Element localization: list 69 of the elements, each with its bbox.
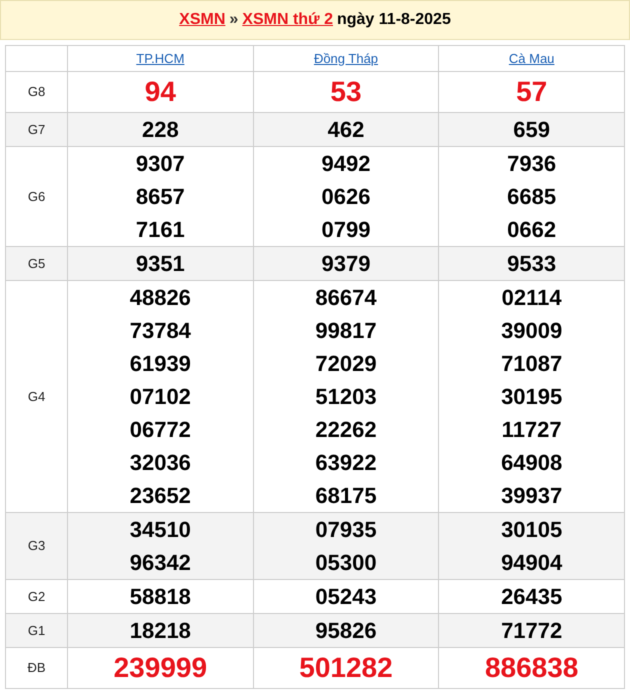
province-link[interactable]: TP.HCM xyxy=(136,50,184,66)
prize-number: 63922 xyxy=(314,449,378,477)
prize-number: 94904 xyxy=(500,549,564,577)
prize-number: 57 xyxy=(515,75,548,109)
prize-number: 501282 xyxy=(298,651,394,685)
prize-number: 32036 xyxy=(128,449,192,477)
prize-number: 07102 xyxy=(128,383,192,411)
breadcrumb-link[interactable]: XSMN thứ 2 xyxy=(242,8,333,32)
prize-number: 05243 xyxy=(314,583,378,611)
prize-number: 07935 xyxy=(314,516,378,544)
prize-number: 51203 xyxy=(314,383,378,411)
prize-number: 34510 xyxy=(128,516,192,544)
prize-label: ĐB xyxy=(27,660,46,675)
prize-number: 86674 xyxy=(314,284,378,312)
prize-number: 99817 xyxy=(314,317,378,345)
prize-number: 73784 xyxy=(128,317,192,345)
prize-number: 06772 xyxy=(128,416,192,444)
prize-number: 05300 xyxy=(314,549,378,577)
prize-label: G7 xyxy=(28,122,46,136)
prize-number: 71087 xyxy=(500,350,564,378)
prize-label: G4 xyxy=(28,388,46,404)
prize-number: 7936 xyxy=(506,150,558,178)
prize-label: G8 xyxy=(28,84,46,99)
prize-number: 02114 xyxy=(500,284,563,312)
prize-number: 462 xyxy=(326,116,366,144)
prize-number: 228 xyxy=(140,116,180,144)
prize-number: 0662 xyxy=(506,216,558,244)
prize-number: 61939 xyxy=(128,350,192,378)
prize-number: 39009 xyxy=(500,317,564,345)
prize-number: 0626 xyxy=(320,183,372,211)
prize-number: 11727 xyxy=(500,416,563,444)
prize-number: 18218 xyxy=(128,617,192,645)
prize-number: 22262 xyxy=(314,416,378,444)
prize-number: 23652 xyxy=(128,482,192,510)
prize-number: 95826 xyxy=(314,617,378,645)
prize-number: 94 xyxy=(144,75,177,109)
prize-number: 96342 xyxy=(128,549,192,577)
prize-number: 0799 xyxy=(320,216,372,244)
prize-number: 9533 xyxy=(506,250,558,278)
prize-label: G1 xyxy=(28,622,46,638)
prize-number: 659 xyxy=(512,116,552,144)
prize-number: 53 xyxy=(329,75,363,109)
province-link[interactable]: Cà Mau xyxy=(508,50,554,66)
date-text: ngày 11-8-2025 xyxy=(336,10,451,30)
prize-number: 8657 xyxy=(134,183,186,211)
breadcrumb-link[interactable]: XSMN xyxy=(179,8,226,32)
prize-number: 68175 xyxy=(314,482,378,510)
prize-number: 6685 xyxy=(506,183,558,211)
prize-number: 886838 xyxy=(484,651,580,685)
prize-number: 71772 xyxy=(500,617,564,645)
prize-number: 48826 xyxy=(128,284,192,312)
prize-number: 26435 xyxy=(500,583,564,611)
breadcrumb-separator: » xyxy=(229,10,238,30)
prize-number: 9351 xyxy=(134,250,186,278)
prize-number: 239999 xyxy=(112,651,208,685)
prize-label: G2 xyxy=(28,588,46,604)
prize-number: 7161 xyxy=(134,216,186,244)
prize-number: 9307 xyxy=(134,150,186,178)
prize-label: G3 xyxy=(28,538,46,553)
prize-number: 30105 xyxy=(500,516,564,544)
prize-number: 30195 xyxy=(500,383,564,411)
prize-label: G5 xyxy=(28,256,46,270)
prize-number: 58818 xyxy=(128,583,192,611)
prize-number: 64908 xyxy=(500,449,564,477)
prize-number: 9492 xyxy=(320,150,372,178)
prize-label: G6 xyxy=(28,188,46,204)
prize-number: 9379 xyxy=(320,250,372,278)
prize-number: 72029 xyxy=(314,350,378,378)
prize-number: 39937 xyxy=(500,482,564,510)
